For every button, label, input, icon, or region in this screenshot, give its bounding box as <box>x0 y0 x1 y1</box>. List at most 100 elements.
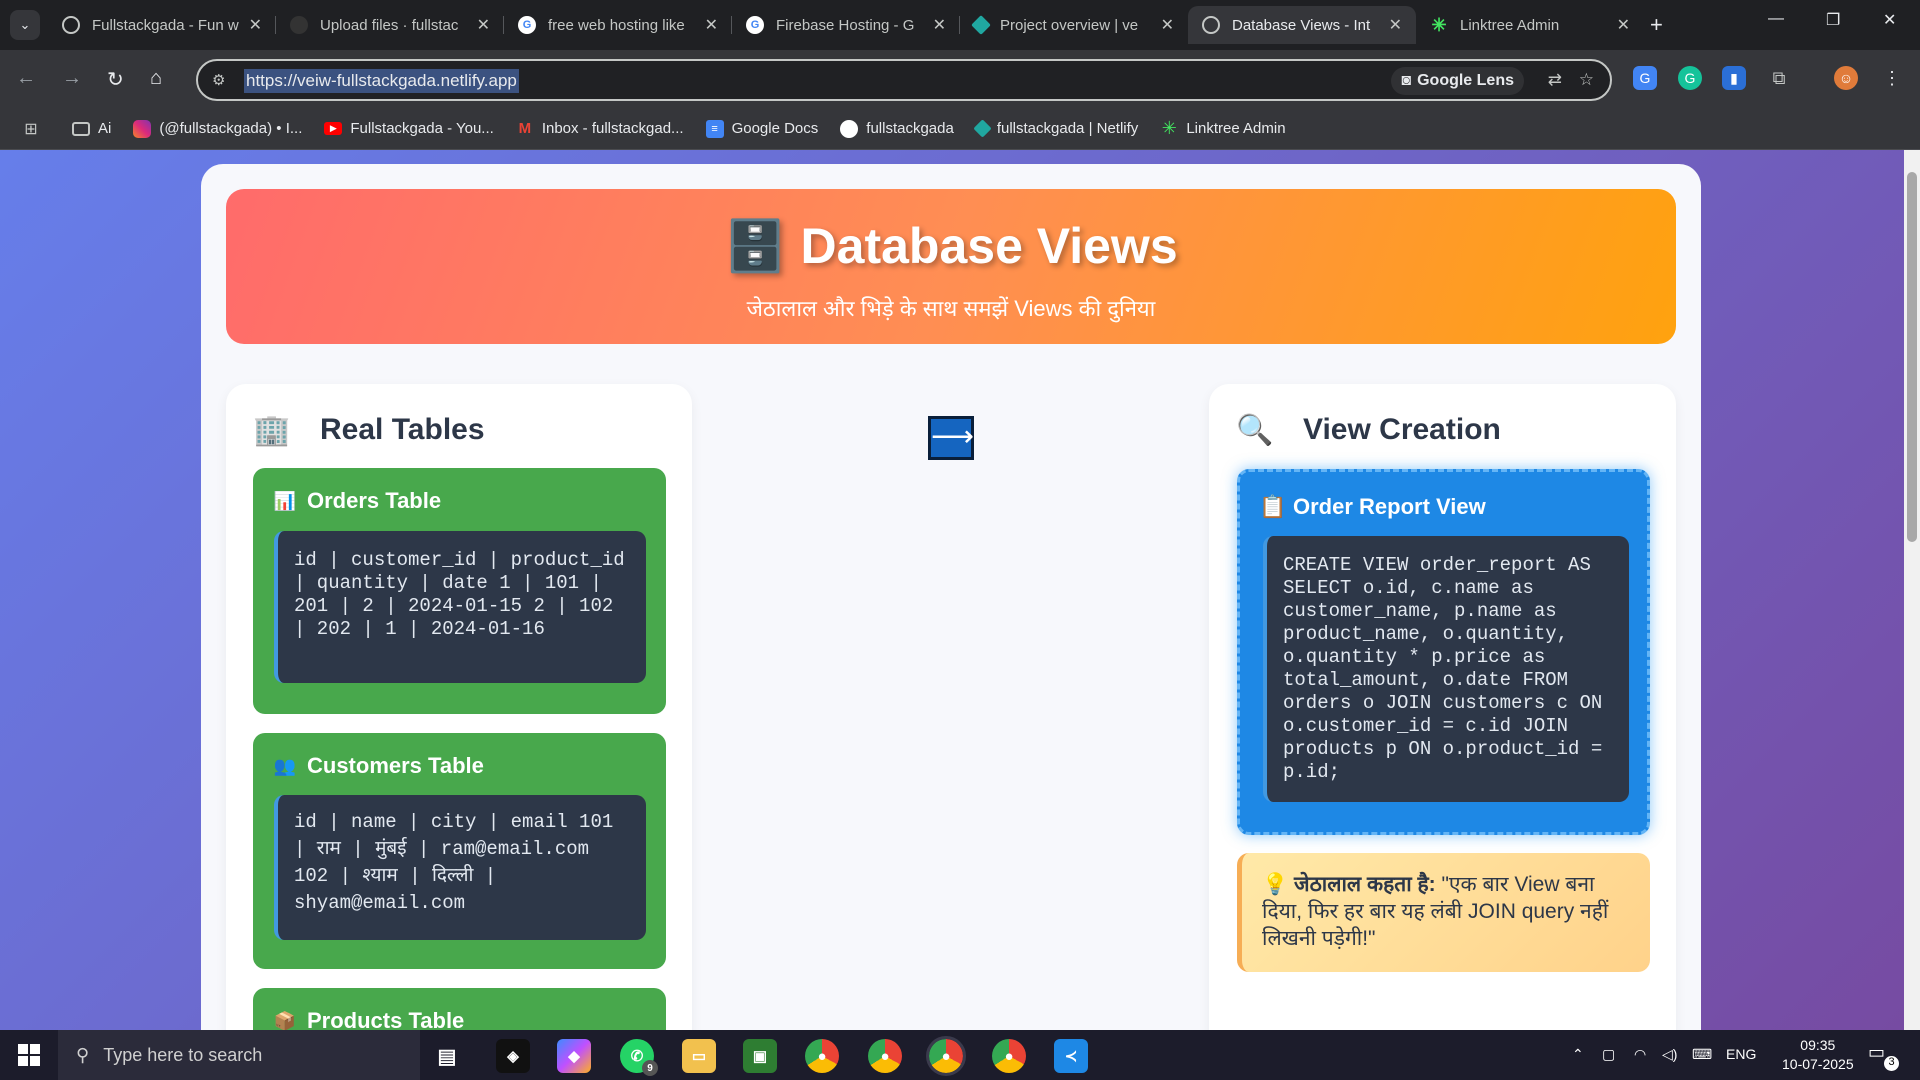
customers-table-title: Customers Table <box>307 753 484 778</box>
restore-icon[interactable]: ❐ <box>1826 10 1840 30</box>
tab-4[interactable]: Project overview | ve ✕ <box>960 6 1188 44</box>
forward-icon[interactable]: → <box>62 67 82 90</box>
close-tab-icon[interactable]: ✕ <box>705 15 718 35</box>
docs-icon: ≡ <box>705 119 724 138</box>
page-scrollbar[interactable] <box>1904 150 1920 1030</box>
chrome-icon[interactable]: ● <box>805 1039 839 1073</box>
chrome-profile-icon[interactable]: ● <box>868 1039 902 1073</box>
image-app-icon[interactable]: ▣ <box>743 1039 777 1073</box>
orders-table-card[interactable]: 📊 Orders Table id | customer_id | product… <box>253 468 666 714</box>
app-icon[interactable]: ◈ <box>496 1039 530 1073</box>
globe-icon <box>62 16 80 34</box>
building-icon: 🏢 <box>253 413 291 447</box>
chevron-up-icon[interactable]: ⌃ <box>1572 1046 1584 1063</box>
windows-taskbar: ⚲ Type here to search ▤ ◈ ◆ ✆ 9 ▭ ▣ ● ● ●… <box>0 1030 1920 1080</box>
chrome-alt-icon[interactable]: ● <box>992 1039 1026 1073</box>
taskbar-search[interactable]: ⚲ Type here to search <box>58 1030 420 1080</box>
vscode-icon[interactable]: ≺ <box>1054 1039 1088 1073</box>
copilot-icon[interactable]: ◆ <box>557 1039 591 1073</box>
clock[interactable]: 09:35 10-07-2025 <box>1782 1036 1854 1074</box>
reload-icon[interactable]: ↻ <box>107 67 124 92</box>
translate-extension-icon[interactable]: G <box>1633 66 1657 90</box>
new-tab-button[interactable]: + <box>1650 12 1663 38</box>
bookmark-star-icon[interactable]: ☆ <box>1579 70 1594 90</box>
close-tab-icon[interactable]: ✕ <box>1617 15 1630 35</box>
products-table-title: Products Table <box>307 1008 465 1030</box>
task-view-icon[interactable]: ▤ <box>430 1039 464 1073</box>
page-viewport: 🗄️ Database Views जेठालाल और भिड़े के सा… <box>0 150 1904 1030</box>
scrollbar-thumb[interactable] <box>1907 172 1917 542</box>
bar-chart-icon: 📊 <box>273 490 297 511</box>
network-icon[interactable]: ◠ <box>1634 1046 1646 1063</box>
address-bar[interactable]: ⚙ https://veiw-fullstackgada.netlify.app… <box>196 59 1612 101</box>
bookmark-youtube[interactable]: ▶ Fullstackgada - You... <box>324 120 494 137</box>
translate-icon[interactable]: ⇄ <box>1548 70 1562 90</box>
youtube-icon: ▶ <box>324 122 343 135</box>
menu-icon[interactable]: ⋮ <box>1880 66 1904 90</box>
package-icon: 📦 <box>273 1010 297 1031</box>
view-creation-heading: 🔍 View Creation <box>1236 413 1501 447</box>
bookmark-google-docs[interactable]: ≡ Google Docs <box>705 119 818 138</box>
windows-start-icon[interactable] <box>18 1044 40 1066</box>
tab-list: Fullstackgada - Fun w ✕ Upload files · fu… <box>48 6 1644 50</box>
close-tab-icon[interactable]: ✕ <box>1161 15 1174 35</box>
tab-1[interactable]: Upload files · fullstac ✕ <box>276 6 504 44</box>
tab-3[interactable]: G Firebase Hosting - G ✕ <box>732 6 960 44</box>
minimize-icon[interactable]: — <box>1768 10 1784 28</box>
real-tables-panel: 🏢 Real Tables 📊 Orders Table id | customer… <box>226 384 692 1030</box>
netlify-icon <box>971 15 991 35</box>
profile-avatar[interactable]: ☺ <box>1834 66 1858 90</box>
notifications-icon[interactable]: ▭ <box>1868 1042 1885 1063</box>
customers-table-card[interactable]: 👥 Customers Table id | name | city | emai… <box>253 733 666 969</box>
home-icon[interactable]: ⌂ <box>150 67 162 90</box>
tab-active[interactable]: Database Views - Int ✕ <box>1188 6 1416 44</box>
folder-icon <box>72 121 90 136</box>
search-icon: ⚲ <box>76 1044 90 1065</box>
google-lens-button[interactable]: ◙ Google Lens <box>1391 67 1524 95</box>
close-tab-icon[interactable]: ✕ <box>249 15 262 35</box>
file-explorer-icon[interactable]: ▭ <box>682 1039 716 1073</box>
bookmark-linktree[interactable]: ✳ Linktree Admin <box>1160 118 1286 138</box>
browser-toolbar: ← → ↻ ⌂ ⚙ https://veiw-fullstackgada.net… <box>0 50 1920 108</box>
whatsapp-badge: 9 <box>642 1060 658 1076</box>
filing-cabinet-icon: 🗄️ <box>724 218 787 274</box>
close-tab-icon[interactable]: ✕ <box>933 15 946 35</box>
linktree-icon: ✳ <box>1161 118 1177 138</box>
github-icon <box>290 16 308 34</box>
page-header: 🗄️ Database Views जेठालाल और भिड़े के सा… <box>226 189 1676 344</box>
github-icon <box>840 119 859 138</box>
close-window-icon[interactable]: ✕ <box>1883 10 1896 30</box>
language-indicator[interactable]: ENG <box>1726 1046 1756 1062</box>
bookmark-github[interactable]: fullstackgada <box>840 119 954 138</box>
bookmark-netlify[interactable]: fullstackgada | Netlify <box>973 119 1138 138</box>
extension-icon[interactable]: ▮ <box>1722 66 1746 90</box>
bookmark-ai-folder[interactable]: Ai <box>72 120 111 137</box>
bookmark-gmail[interactable]: M Inbox - fullstackgad... <box>516 120 684 138</box>
page-title: 🗄️ Database Views <box>724 218 1178 274</box>
url-text[interactable]: https://veiw-fullstackgada.netlify.app <box>244 69 519 93</box>
site-info-icon[interactable]: ⚙ <box>212 71 225 89</box>
netlify-icon <box>973 119 992 138</box>
close-tab-icon[interactable]: ✕ <box>477 15 490 35</box>
chrome-active-icon[interactable]: ● <box>926 1036 966 1076</box>
volume-icon[interactable]: ◁) <box>1662 1046 1677 1063</box>
jethalal-tip: 💡 जेठालाल कहता है: "एक बार View बना दिया… <box>1237 853 1650 972</box>
tab-6[interactable]: ✳ Linktree Admin ✕ <box>1416 6 1644 44</box>
bookmarks-bar: ⊞ Ai (@fullstackgada) • I... ▶ Fullstackg… <box>0 108 1920 150</box>
tab-2[interactable]: Gfree web hosting like ✕ <box>504 6 732 44</box>
products-table-card[interactable]: 📦 Products Table <box>253 988 666 1030</box>
meet-now-icon[interactable]: ▢ <box>1602 1046 1615 1063</box>
close-tab-icon[interactable]: ✕ <box>1389 15 1402 35</box>
magnifier-icon: 🔍 <box>1236 413 1274 447</box>
grammarly-icon[interactable]: G <box>1678 66 1702 90</box>
apps-grid-icon[interactable]: ⊞ <box>22 120 48 138</box>
globe-icon <box>1202 16 1220 34</box>
order-report-view-card[interactable]: 📋 Order Report View CREATE VIEW order_rep… <box>1237 469 1650 835</box>
bookmark-instagram[interactable]: (@fullstackgada) • I... <box>133 119 302 138</box>
extensions-puzzle-icon[interactable]: ⧉ <box>1767 66 1791 90</box>
tip-speaker: जेठालाल कहता है: <box>1294 873 1436 896</box>
tab-search-button[interactable]: ⌄ <box>10 10 40 40</box>
back-icon[interactable]: ← <box>16 67 36 90</box>
tab-0[interactable]: Fullstackgada - Fun w ✕ <box>48 6 276 44</box>
input-icon[interactable]: ⌨ <box>1692 1046 1712 1063</box>
